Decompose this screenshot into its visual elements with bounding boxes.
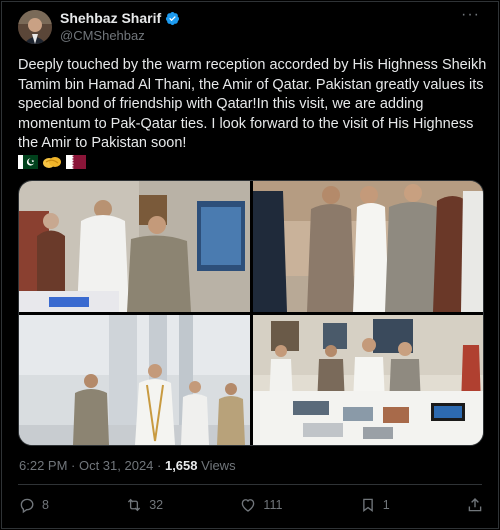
divider [18, 484, 482, 485]
bookmark-count: 1 [382, 498, 390, 512]
share-button[interactable] [466, 496, 484, 514]
reply-icon [20, 498, 34, 514]
emoji-row [18, 154, 86, 170]
repost-button[interactable]: 32 [125, 496, 163, 514]
photo-exhibit-table[interactable] [253, 315, 483, 445]
media-grid[interactable] [18, 180, 484, 446]
qatar-flag-icon [66, 155, 86, 169]
tweet-text: Deeply touched by the warm reception acc… [18, 57, 487, 151]
share-icon [468, 498, 482, 512]
action-bar: 8 32 111 1 [18, 496, 484, 514]
bookmark-icon [362, 498, 373, 512]
like-button[interactable]: 111 [239, 496, 282, 514]
avatar[interactable] [18, 10, 52, 44]
bookmark-button[interactable]: 1 [359, 496, 390, 514]
tweet-card: Shehbaz Sharif @CMShehbaz ··· Deeply tou… [1, 1, 499, 529]
repost-count: 32 [149, 498, 164, 512]
more-options-icon[interactable]: ··· [461, 6, 480, 24]
views-label: Views [197, 458, 236, 473]
photo-gallery-visit[interactable] [19, 181, 250, 312]
author-name[interactable]: Shehbaz Sharif [60, 10, 161, 26]
pakistan-flag-icon [18, 155, 38, 169]
author-handle[interactable]: @CMShehbaz [60, 28, 145, 43]
handshake-icon [43, 157, 61, 168]
like-count: 111 [263, 498, 283, 512]
photo-colonnade[interactable] [19, 315, 250, 445]
repost-icon [128, 498, 141, 512]
verified-badge-icon [166, 11, 180, 25]
heart-icon [242, 499, 255, 512]
photo-walking-tour[interactable] [253, 181, 483, 312]
reply-button[interactable]: 8 [18, 496, 49, 514]
reply-count: 8 [42, 498, 49, 512]
timestamp[interactable]: 6:22 PM · Oct 31, 2024 · [19, 458, 165, 473]
views-count: 1,658 [164, 458, 198, 473]
tweet-meta: 6:22 PM · Oct 31, 2024 · 1,658 Views [19, 458, 236, 473]
